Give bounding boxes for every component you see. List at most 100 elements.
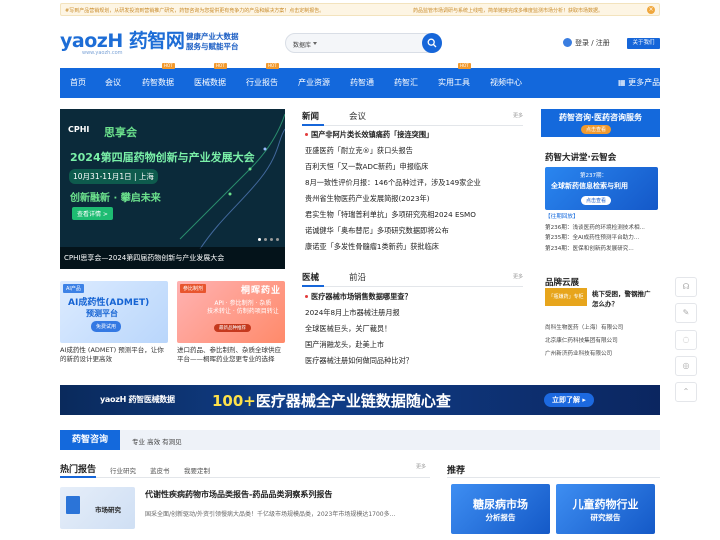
tab-frontier[interactable]: 前沿 bbox=[349, 271, 366, 283]
list-item[interactable]: 诺诚健华「奥布替尼」多项研究数据即将公布 bbox=[305, 223, 523, 239]
list-item[interactable]: 8月一致性评价月报：146个品种过评，涉及149家企业 bbox=[305, 175, 523, 191]
nav-more[interactable]: ▦ 更多产品 bbox=[618, 68, 660, 98]
site-logo[interactable]: yaozH 药智网 www.yaozh.com bbox=[60, 30, 185, 58]
nav-item-yzh[interactable]: 药智汇 bbox=[394, 68, 418, 98]
list-item[interactable]: 全球医械巨头，关厂裁员！ bbox=[305, 321, 523, 337]
promo-card-ai[interactable]: AI产品 AI成药性(ADMET) 预测平台 免费试用 bbox=[60, 281, 168, 343]
tab-meeting[interactable]: 会议 bbox=[349, 110, 366, 122]
notice-left[interactable]: #写到产品营销规划，从研发投流到营销推广研究，药智咨询为您提供更有竞争力的产品和… bbox=[65, 7, 324, 14]
ad-button[interactable]: 点击查看 bbox=[581, 125, 612, 134]
tab-bluebook[interactable]: 蓝皮书 bbox=[150, 465, 170, 475]
hot-badge: HOT bbox=[214, 63, 227, 69]
list-item[interactable]: 国产消融龙头，赴美上市 bbox=[305, 337, 523, 353]
hot-more-link[interactable]: 更多 bbox=[416, 463, 426, 470]
lecture-button[interactable]: 点击查看 bbox=[581, 196, 612, 205]
banner-detail-button[interactable]: 查看详情 > bbox=[72, 207, 113, 220]
list-item[interactable]: 第234期：医保和创新药发展研究... bbox=[545, 244, 660, 255]
carousel-dots[interactable] bbox=[255, 234, 279, 243]
carousel-dot[interactable] bbox=[258, 238, 261, 241]
nav-item-video[interactable]: 视频中心 bbox=[490, 68, 522, 98]
nav-item-meeting[interactable]: 会议 bbox=[105, 68, 121, 98]
search-button[interactable] bbox=[422, 33, 442, 53]
rec-line1: 糖尿病市场 bbox=[473, 498, 528, 511]
list-item[interactable]: 医疗器械市场销售数据哪里查？ bbox=[305, 289, 523, 305]
list-item[interactable]: 百利天恒「又一款ADC新药」申报临床 bbox=[305, 159, 523, 175]
weibo-icon[interactable]: ◎ bbox=[675, 356, 697, 376]
tab-device[interactable]: 医械 bbox=[302, 271, 319, 283]
nav-more-label[interactable]: 更多产品 bbox=[628, 78, 660, 87]
promo-card-tonghui[interactable]: 参比制剂 桐晖药业 API · 参比制剂 · 杂质 技术转让 · 仿制药项目转让 … bbox=[177, 281, 285, 343]
report-thumbnail[interactable]: 市场研究 bbox=[60, 487, 135, 529]
news-title[interactable]: 国产非阿片类长效镇痛药「接连突围」 bbox=[311, 130, 433, 139]
tab-news[interactable]: 新闻 bbox=[302, 110, 319, 122]
notice-right[interactable]: 药品监管市场调研与系统上线啦，简单链接完成多维度监测市场分析！获取市场数据。 bbox=[413, 7, 603, 14]
carousel-dot[interactable] bbox=[276, 238, 279, 241]
card-caption[interactable]: 进口药品、参比制剂、杂质全球供应平台——桐晖药业您更专业的选择 bbox=[177, 346, 285, 364]
search-icon bbox=[427, 38, 437, 48]
list-item[interactable]: 尚科生物医药（上海）有限公司 bbox=[545, 322, 660, 335]
list-item[interactable]: 亚盛医药「耐立克®」获口头报告 bbox=[305, 143, 523, 159]
report-title[interactable]: 代谢性疾病药物市场品类报告-药品品类洞察系列报告 bbox=[145, 489, 332, 500]
nav-label[interactable]: 药智数据 bbox=[142, 78, 174, 87]
list-item[interactable]: 医疗器械注册如何做同品种比对？ bbox=[305, 353, 523, 369]
headset-icon[interactable]: ☊ bbox=[675, 277, 697, 297]
about-button[interactable]: 关于我们 bbox=[627, 38, 660, 49]
list-item[interactable]: 广州新济药业科技有限公司 bbox=[545, 348, 660, 361]
tab-custom[interactable]: 我要定制 bbox=[184, 465, 210, 475]
rec-card-diabetes[interactable]: 糖尿病市场 分析报告 bbox=[451, 484, 550, 534]
list-item[interactable]: 2024年8月上市器械注册月报 bbox=[305, 305, 523, 321]
close-icon[interactable]: × bbox=[647, 6, 655, 14]
hot-title[interactable]: 热门报告 bbox=[60, 462, 96, 475]
nav-item-yzt[interactable]: 药智通 bbox=[350, 68, 374, 98]
brand-image[interactable]: 「瓶嫌药」专柜 bbox=[545, 288, 587, 306]
nav-item-report[interactable]: HOT 行业报告 bbox=[246, 63, 279, 98]
login-text[interactable]: 登录 / 注册 bbox=[575, 39, 610, 47]
nav-item-device[interactable]: HOT 医械数据 bbox=[194, 63, 227, 98]
list-item[interactable]: 北京康仁药科技集团有限公司 bbox=[545, 335, 660, 348]
edit-icon[interactable]: ✎ bbox=[675, 303, 697, 323]
back-to-top-icon[interactable]: ⌃ bbox=[675, 382, 697, 402]
nav-item-data[interactable]: HOT 药智数据 bbox=[142, 63, 175, 98]
chevron-down-icon[interactable] bbox=[313, 42, 317, 45]
learn-more-button[interactable]: 立即了解 ▸ bbox=[544, 393, 594, 407]
wechat-icon[interactable]: ◌ bbox=[675, 330, 697, 350]
rec-card-children[interactable]: 儿童药物行业 研究报告 bbox=[556, 484, 655, 534]
news-title[interactable]: 医疗器械市场销售数据哪里查？ bbox=[311, 292, 412, 301]
free-trial-button[interactable]: 免费试用 bbox=[91, 321, 122, 332]
banner-headline: 2024第四届药物创新与产业发展大会 bbox=[70, 151, 255, 164]
tab-industry[interactable]: 行业研究 bbox=[110, 465, 136, 475]
device-more-link[interactable]: 更多 bbox=[513, 273, 523, 280]
nav-label[interactable]: 医械数据 bbox=[194, 78, 226, 87]
search-input[interactable] bbox=[322, 37, 412, 50]
card-caption[interactable]: AI成药性 (ADMET) 预测平台，让你的新药设计更高效 bbox=[60, 346, 168, 364]
nav-label[interactable]: 行业报告 bbox=[246, 78, 278, 87]
nav-item-tools[interactable]: HOT 实用工具 bbox=[438, 63, 471, 98]
nav-label[interactable]: 会议 bbox=[105, 78, 121, 87]
card-tag: AI产品 bbox=[63, 284, 84, 293]
list-item[interactable]: 康诺亚「多发性骨髓瘤1类新药」获批临床 bbox=[305, 239, 523, 255]
carousel-dot[interactable] bbox=[264, 238, 267, 241]
banner-caption[interactable]: CPHI思享会—2024第四届药物创新与产业发展大会 bbox=[60, 247, 285, 269]
brand-text[interactable]: 桃下受困，警钢推广 怎么办？ bbox=[592, 289, 651, 309]
device-data-banner[interactable]: yaozH 药智医械数据 100+医疗器械全产业链数据随心查 立即了解 ▸ bbox=[60, 385, 660, 415]
login-link[interactable]: 登录 / 注册 bbox=[563, 37, 610, 48]
list-item[interactable]: 第236期：浅谈医药的环境检测技术相... bbox=[545, 223, 660, 234]
nav-item-resource[interactable]: 产业资源 bbox=[298, 68, 330, 98]
consult-ad[interactable]: 药智咨询·医药咨询服务 点击查看 bbox=[541, 109, 660, 137]
search-box: 数据库 bbox=[285, 33, 442, 53]
list-item[interactable]: 第235期：全AI成药性预测平台助力... bbox=[545, 233, 660, 244]
list-item[interactable]: 国产非阿片类长效镇痛药「接连突围」 bbox=[305, 127, 523, 143]
list-item[interactable]: 贵州省生物医药产业发展简报(2023年) bbox=[305, 191, 523, 207]
news-more-link[interactable]: 更多 bbox=[513, 112, 523, 119]
hero-banner[interactable]: CPHI 思享会 2024第四届药物创新与产业发展大会 10月31-11月1日 … bbox=[60, 109, 285, 269]
nav-label[interactable]: 实用工具 bbox=[438, 78, 470, 87]
nav-item-home[interactable]: 首页 bbox=[70, 68, 86, 98]
lecture-card[interactable]: 第237期： 全球新药信息检索与利用 点击查看 bbox=[545, 167, 658, 210]
list-item[interactable]: 君实生物「特瑞普利单抗」多项研究亮相2024 ESMO bbox=[305, 207, 523, 223]
carousel-dot[interactable] bbox=[270, 238, 273, 241]
main-nav: 首页 会议 HOT 药智数据 HOT 医械数据 HOT 行业报告 产业资源 药智通 药… bbox=[60, 63, 660, 98]
notice-bar[interactable]: #写到产品营销规划，从研发投流到营销推广研究，药智咨询为您提供更有竞争力的产品和… bbox=[60, 3, 660, 16]
consult-head[interactable]: 药智咨询 bbox=[60, 430, 120, 450]
card-button[interactable]: 最新品种推荐 bbox=[214, 324, 251, 332]
search-scope-select[interactable]: 数据库 bbox=[293, 40, 311, 49]
